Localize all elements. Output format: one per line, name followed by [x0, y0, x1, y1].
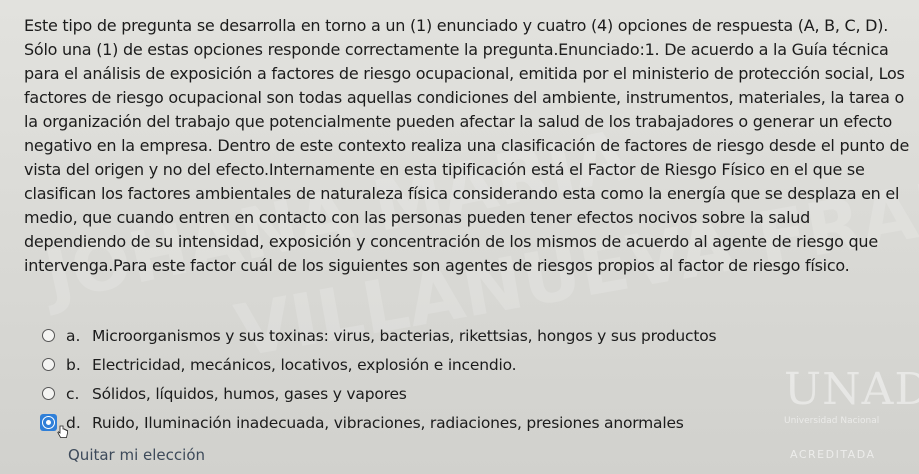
radio-button-d[interactable]	[42, 416, 55, 429]
option-text-a: Microorganismos y sus toxinas: virus, ba…	[92, 326, 717, 345]
option-text-d: Ruido, Iluminación inadecuada, vibracion…	[92, 413, 684, 432]
logo-accredited: ACREDITADA	[790, 448, 876, 461]
option-d[interactable]: d. Ruido, Iluminación inadecuada, vibrac…	[40, 408, 742, 438]
quiz-card: JOHANA MARIA VILLANUEVA FRANCO Este tipo…	[0, 0, 919, 474]
option-c[interactable]: c. Sólidos, líquidos, humos, gases y vap…	[42, 379, 742, 408]
unad-logo: UNAD Universidad Nacional ACREDITADA	[784, 364, 919, 464]
clear-choice-link[interactable]: Quitar mi elección	[68, 446, 205, 464]
radio-button-a[interactable]	[42, 329, 55, 342]
option-letter-a: a.	[66, 326, 81, 345]
option-text-b: Electricidad, mecánicos, locativos, expl…	[92, 355, 517, 374]
option-b[interactable]: b. Electricidad, mecánicos, locativos, e…	[42, 350, 742, 379]
answer-options: a. Microorganismos y sus toxinas: virus,…	[40, 321, 742, 438]
question-text: Este tipo de pregunta se desarrolla en t…	[24, 16, 910, 275]
logo-mark: UNAD	[784, 364, 919, 415]
radio-button-b[interactable]	[42, 358, 55, 371]
option-letter-b: b.	[66, 355, 81, 374]
radio-focus-ring-d[interactable]	[40, 414, 57, 431]
option-letter-d: d.	[66, 413, 81, 432]
option-a[interactable]: a. Microorganismos y sus toxinas: virus,…	[42, 321, 742, 350]
radio-button-c[interactable]	[42, 387, 55, 400]
option-text-c: Sólidos, líquidos, humos, gases y vapore…	[92, 384, 407, 403]
option-letter-c: c.	[66, 384, 80, 403]
logo-subtitle: Universidad Nacional	[784, 416, 880, 426]
hand-cursor-icon	[57, 425, 68, 438]
